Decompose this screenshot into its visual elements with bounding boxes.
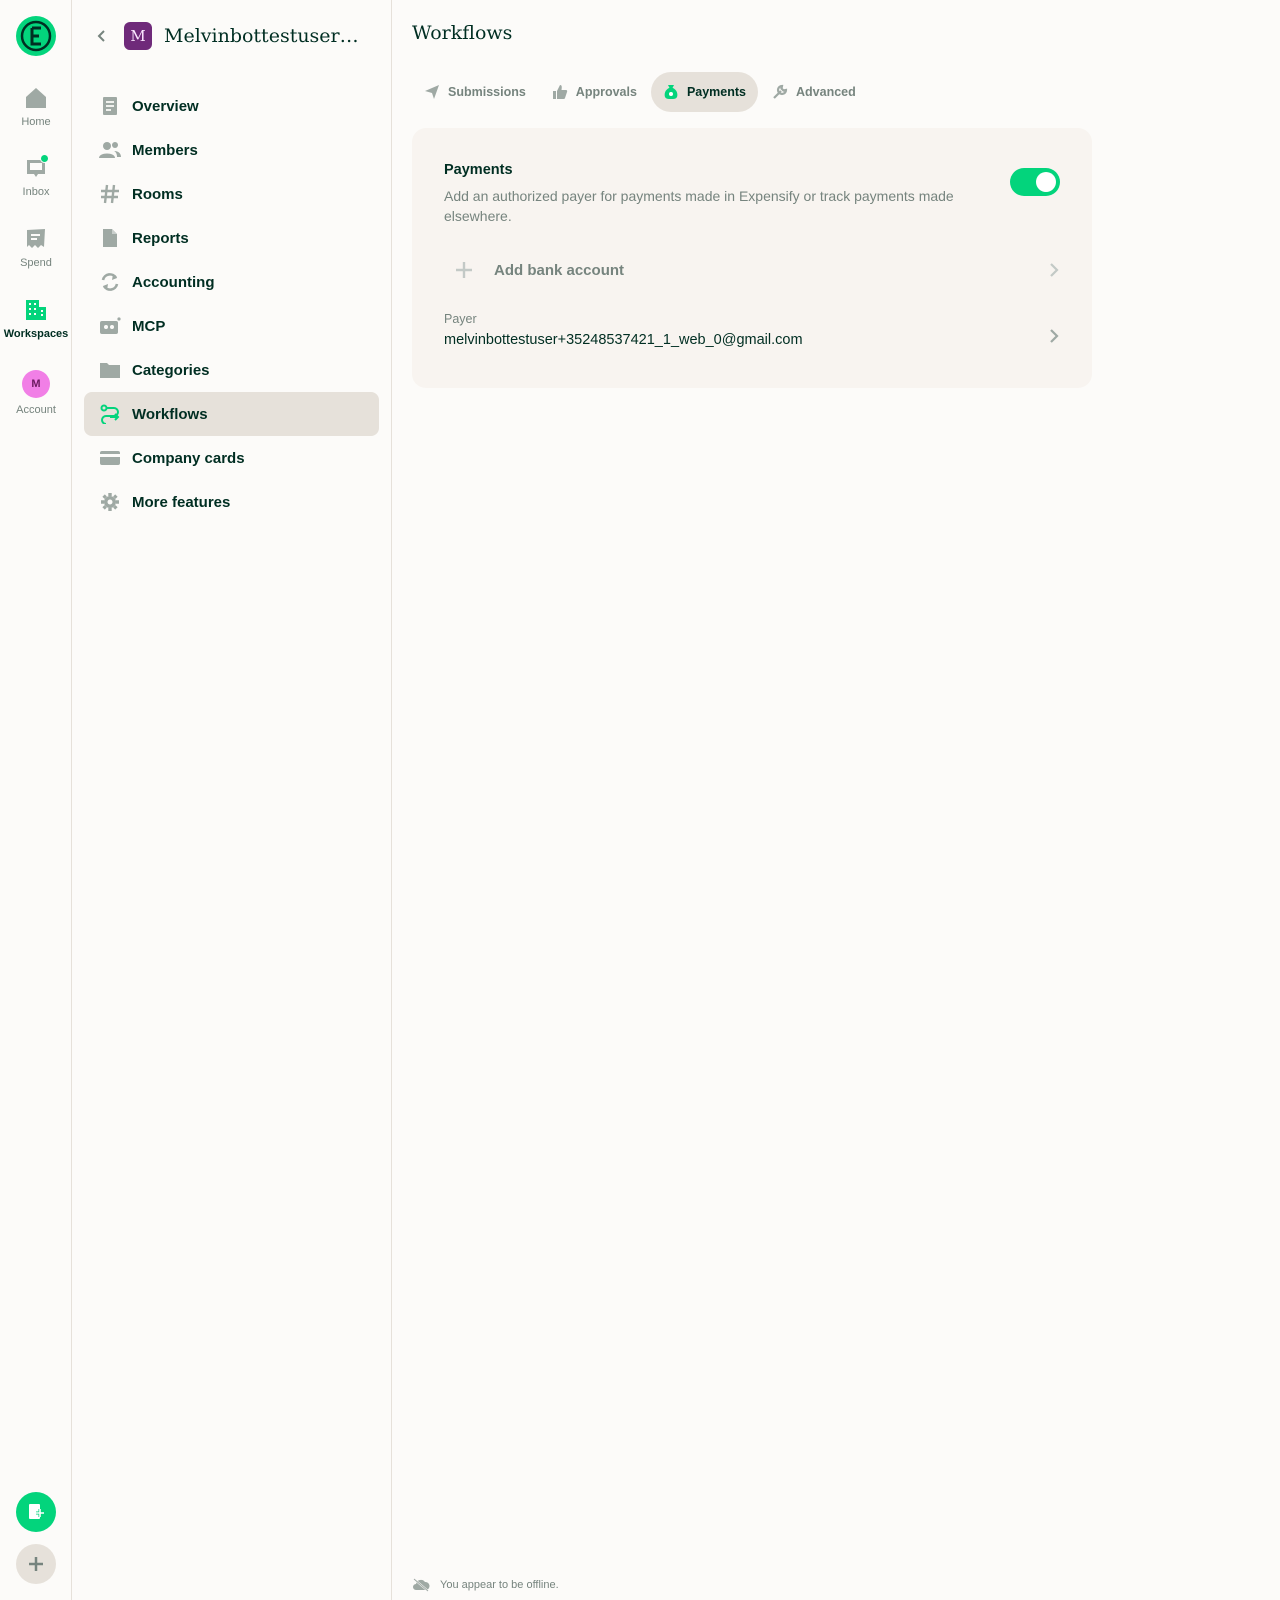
- wrench-icon: [773, 84, 788, 99]
- workspace-header: M Melvinbottestuser+3…: [90, 18, 381, 54]
- payments-toggle[interactable]: [1010, 168, 1060, 196]
- unread-badge: [40, 154, 49, 163]
- sidebar-item-label: Categories: [132, 361, 210, 379]
- sidebar-item-label: Workflows: [132, 405, 208, 423]
- send-icon: [425, 85, 439, 99]
- sidebar-item-label: Overview: [132, 97, 199, 115]
- sidebar-item-label: Reports: [132, 229, 189, 247]
- payer-value: melvinbottestuser+35248537421_1_web_0@gm…: [444, 332, 803, 348]
- rail-item-workspaces[interactable]: Workspaces: [0, 296, 72, 358]
- sidebar-item-rooms[interactable]: Rooms: [84, 172, 379, 216]
- payer-row[interactable]: Payer melvinbottestuser+35248537421_1_we…: [444, 312, 1064, 362]
- expensify-logo-icon: [20, 20, 52, 52]
- avatar: M: [22, 370, 50, 398]
- offline-text: You appear to be offline.: [440, 1579, 559, 1591]
- rail-label: Inbox: [22, 186, 50, 198]
- rail-item-inbox[interactable]: Inbox: [0, 154, 72, 216]
- main-content: Workflows Submissions Approvals Payments…: [392, 0, 1280, 1600]
- new-document-icon: [29, 1504, 44, 1519]
- add-bank-account-label: Add bank account: [494, 261, 625, 279]
- thumbs-up-icon: [552, 85, 567, 99]
- tab-label: Submissions: [448, 85, 526, 99]
- sidebar-item-more-features[interactable]: More features: [84, 480, 379, 524]
- global-nav-rail: Home Inbox Spend Workspaces M Account: [0, 0, 72, 1600]
- gear-icon: [98, 490, 122, 514]
- create-button[interactable]: [16, 1544, 56, 1584]
- tab-label: Payments: [686, 85, 746, 99]
- chevron-right-icon: [1044, 260, 1064, 280]
- workspace-sidebar: M Melvinbottestuser+3… Overview Members …: [72, 0, 392, 1600]
- rail-label: Workspaces: [3, 328, 69, 340]
- workflow-icon: [98, 402, 122, 426]
- workspace-avatar: M: [124, 22, 152, 50]
- home-icon: [22, 84, 50, 112]
- workspace-name: Melvinbottestuser+3…: [164, 25, 374, 47]
- sidebar-item-label: MCP: [132, 317, 166, 335]
- sidebar-item-overview[interactable]: Overview: [84, 84, 379, 128]
- plus-icon: [29, 1557, 43, 1571]
- sidebar-item-company-cards[interactable]: Company cards: [84, 436, 379, 480]
- sidebar-item-workflows[interactable]: Workflows: [84, 392, 379, 436]
- sidebar-item-accounting[interactable]: Accounting: [84, 260, 379, 304]
- tab-submissions[interactable]: Submissions: [412, 72, 538, 112]
- credit-card-icon: [98, 446, 122, 470]
- building-icon: [22, 296, 50, 324]
- rail-item-home[interactable]: Home: [0, 84, 72, 146]
- chevron-right-icon: [1044, 326, 1064, 346]
- rail-item-account[interactable]: M Account: [0, 370, 72, 432]
- page-title: Workflows: [412, 22, 513, 44]
- workspace-menu: Overview Members Rooms Reports Accountin…: [84, 84, 379, 524]
- tab-payments[interactable]: Payments: [650, 72, 758, 112]
- plus-icon: [456, 262, 472, 278]
- back-button[interactable]: [90, 24, 114, 48]
- folder-icon: [98, 358, 122, 382]
- chevron-left-icon: [97, 30, 105, 42]
- offline-indicator: You appear to be offline.: [412, 1578, 559, 1592]
- robot-icon: [98, 314, 122, 338]
- tab-approvals[interactable]: Approvals: [540, 72, 649, 112]
- new-expense-button[interactable]: [16, 1492, 56, 1532]
- expensify-logo[interactable]: [16, 16, 56, 56]
- sidebar-item-members[interactable]: Members: [84, 128, 379, 172]
- payments-title: Payments: [444, 162, 513, 178]
- receipt-icon: [22, 225, 50, 253]
- offline-cloud-icon: [413, 1578, 430, 1592]
- money-bag-icon: [664, 85, 678, 99]
- file-icon: [98, 226, 122, 250]
- rail-label: Spend: [20, 257, 52, 269]
- sync-icon: [98, 270, 122, 294]
- sidebar-item-reports[interactable]: Reports: [84, 216, 379, 260]
- rail-item-spend[interactable]: Spend: [0, 225, 72, 287]
- document-icon: [98, 94, 122, 118]
- tab-label: Approvals: [575, 85, 637, 99]
- sidebar-item-label: Company cards: [132, 449, 245, 467]
- workflow-tabs: Submissions Approvals Payments Advanced: [412, 72, 870, 112]
- sidebar-item-label: Accounting: [132, 273, 215, 291]
- tab-advanced[interactable]: Advanced: [760, 72, 868, 112]
- users-icon: [98, 138, 122, 162]
- hashtag-icon: [98, 182, 122, 206]
- tab-label: Advanced: [796, 85, 856, 99]
- payments-card: Payments Add an authorized payer for pay…: [412, 128, 1092, 388]
- rail-label: Home: [21, 116, 51, 128]
- sidebar-item-label: Members: [132, 141, 198, 159]
- rail-label: Account: [16, 404, 56, 416]
- add-bank-account-button[interactable]: Add bank account: [444, 250, 1064, 290]
- sidebar-item-categories[interactable]: Categories: [84, 348, 379, 392]
- inbox-icon: [22, 154, 50, 182]
- sidebar-item-label: Rooms: [132, 185, 183, 203]
- sidebar-item-label: More features: [132, 493, 231, 511]
- toggle-knob: [1036, 172, 1056, 192]
- payer-label: Payer: [444, 312, 477, 326]
- payments-description: Add an authorized payer for payments mad…: [444, 188, 954, 224]
- sidebar-item-mcp[interactable]: MCP: [84, 304, 379, 348]
